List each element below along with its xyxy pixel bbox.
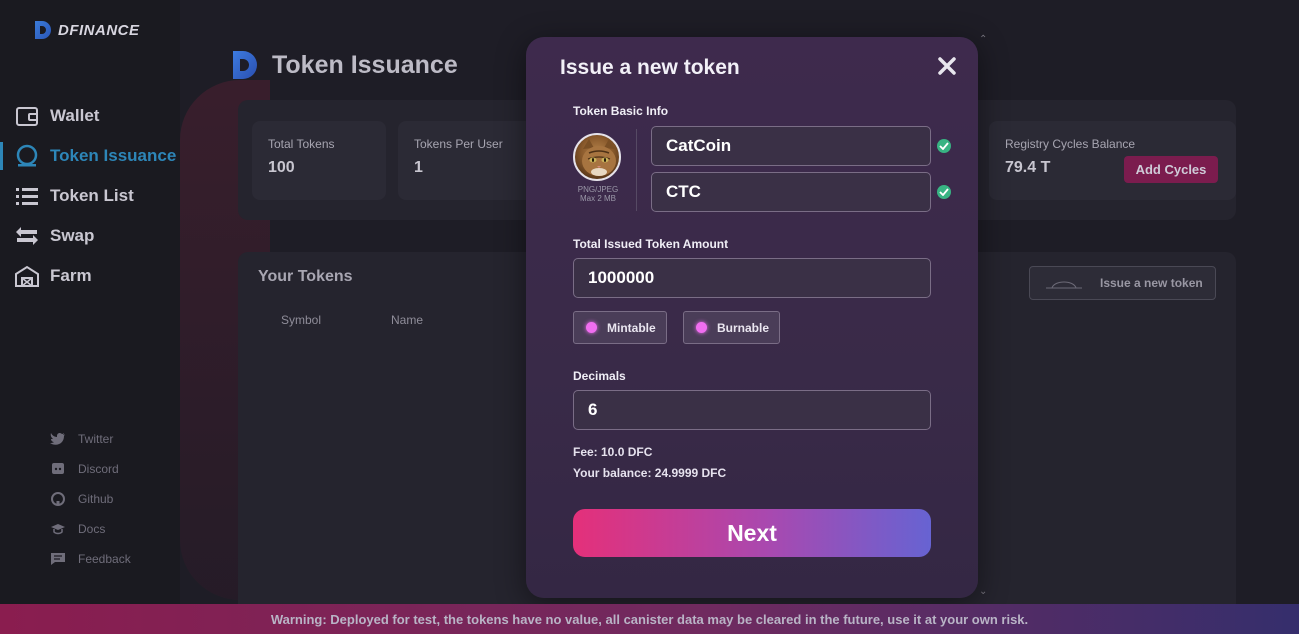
social-label: Github (78, 492, 114, 506)
token-symbol-input[interactable]: CTC (651, 172, 931, 212)
mintable-label: Mintable (607, 320, 656, 335)
list-icon (14, 183, 40, 209)
add-cycles-button[interactable]: Add Cycles (1124, 156, 1218, 183)
scroll-down-arrow-icon[interactable]: ⌄ (979, 586, 987, 597)
sidebar-item-label: Token List (50, 186, 134, 205)
column-header-symbol[interactable]: Symbol (281, 313, 321, 327)
sidebar-item-token-issuance[interactable]: Token Issuance (0, 136, 180, 176)
fee-text: Fee: 10.0 DFC (573, 445, 653, 459)
brand-name: DFINANCE (58, 21, 140, 39)
social-label: Twitter (78, 432, 114, 446)
toggle-on-indicator (586, 322, 597, 333)
feedback-icon (50, 551, 66, 567)
your-tokens-title: Your Tokens (258, 268, 353, 285)
token-avatar-image[interactable] (573, 133, 621, 181)
sidebar-item-label: Token Issuance (50, 146, 177, 165)
page-header: Token Issuance (232, 50, 458, 80)
social-links: Twitter Discord Github Docs Feedback (50, 424, 131, 574)
stat-value: 100 (268, 159, 295, 176)
social-docs-link[interactable]: Docs (50, 514, 131, 544)
name-valid-check-icon (937, 139, 951, 153)
issue-button-label: Issue a new token (1100, 276, 1203, 290)
cloud-icon (1046, 281, 1082, 289)
social-label: Feedback (78, 552, 131, 566)
total-amount-input[interactable]: 1000000 (573, 258, 931, 298)
discord-icon (50, 461, 66, 477)
token-avatar-upload[interactable]: PNG/JPEG Max 2 MB (573, 133, 623, 203)
mintable-toggle[interactable]: Mintable (573, 311, 667, 344)
social-feedback-link[interactable]: Feedback (50, 544, 131, 574)
cat-image (582, 139, 616, 176)
sidebar-item-swap[interactable]: Swap (0, 216, 180, 256)
symbol-valid-check-icon (937, 185, 951, 199)
burnable-toggle[interactable]: Burnable (683, 311, 781, 344)
brand-logo-icon (35, 21, 51, 39)
docs-icon (50, 521, 66, 537)
modal-title: Issue a new token (560, 56, 740, 79)
stat-value: 1 (414, 159, 423, 176)
stat-label: Tokens Per User (414, 137, 503, 151)
sidebar-item-farm[interactable]: Farm (0, 256, 180, 296)
github-icon (50, 491, 66, 507)
balance-text: Your balance: 24.9999 DFC (573, 466, 727, 480)
issue-token-modal: Issue a new token Token Basic Info PNG/J… (526, 37, 978, 598)
close-icon[interactable] (934, 53, 960, 79)
sidebar-item-wallet[interactable]: Wallet (0, 96, 180, 136)
sidebar-nav: Wallet Token Issuance Token List Swap Fa… (0, 96, 180, 296)
farm-icon (14, 263, 40, 289)
registry-cycles-card: Registry Cycles Balance 79.4 T Add Cycle… (989, 121, 1236, 200)
stat-label: Registry Cycles Balance (1005, 137, 1136, 151)
token-basic-info-label: Token Basic Info (573, 104, 669, 118)
stat-label: Total Tokens (268, 137, 335, 151)
sidebar-item-label: Wallet (50, 106, 100, 125)
sidebar-item-label: Swap (50, 226, 95, 245)
social-discord-link[interactable]: Discord (50, 454, 131, 484)
wallet-icon (14, 103, 40, 129)
token-issuance-logo-icon (233, 51, 257, 79)
decimals-label: Decimals (573, 369, 626, 383)
decimals-input[interactable]: 6 (573, 390, 931, 430)
page-title: Token Issuance (272, 50, 458, 79)
twitter-icon (50, 431, 66, 447)
social-label: Docs (78, 522, 106, 536)
avatar-hint-size: Max 2 MB (579, 194, 616, 203)
avatar-hint-format: PNG/JPEG (577, 185, 619, 194)
toggle-on-indicator (696, 322, 707, 333)
sidebar-item-token-list[interactable]: Token List (0, 176, 180, 216)
burnable-label: Burnable (717, 320, 770, 335)
token-issuance-icon (14, 143, 40, 169)
sidebar-item-label: Farm (50, 266, 92, 285)
avatar-divider (636, 129, 637, 211)
total-amount-label: Total Issued Token Amount (573, 237, 729, 251)
swap-icon (14, 223, 40, 249)
social-github-link[interactable]: Github (50, 484, 131, 514)
social-label: Discord (78, 462, 119, 476)
total-tokens-card: Total Tokens 100 (252, 121, 386, 200)
scroll-up-arrow-icon[interactable]: ⌃ (979, 34, 987, 45)
social-twitter-link[interactable]: Twitter (50, 424, 131, 454)
next-button[interactable]: Next (573, 509, 931, 557)
sidebar: DFINANCE Wallet Token Issuance Token Lis… (0, 0, 180, 604)
tokens-per-user-card: Tokens Per User 1 (398, 121, 538, 200)
warning-banner: Warning: Deployed for test, the tokens h… (0, 604, 1299, 634)
column-header-name[interactable]: Name (391, 313, 423, 327)
brand[interactable]: DFINANCE (34, 20, 140, 40)
issue-new-token-button[interactable]: Issue a new token (1029, 266, 1216, 300)
token-name-input[interactable]: CatCoin (651, 126, 931, 166)
